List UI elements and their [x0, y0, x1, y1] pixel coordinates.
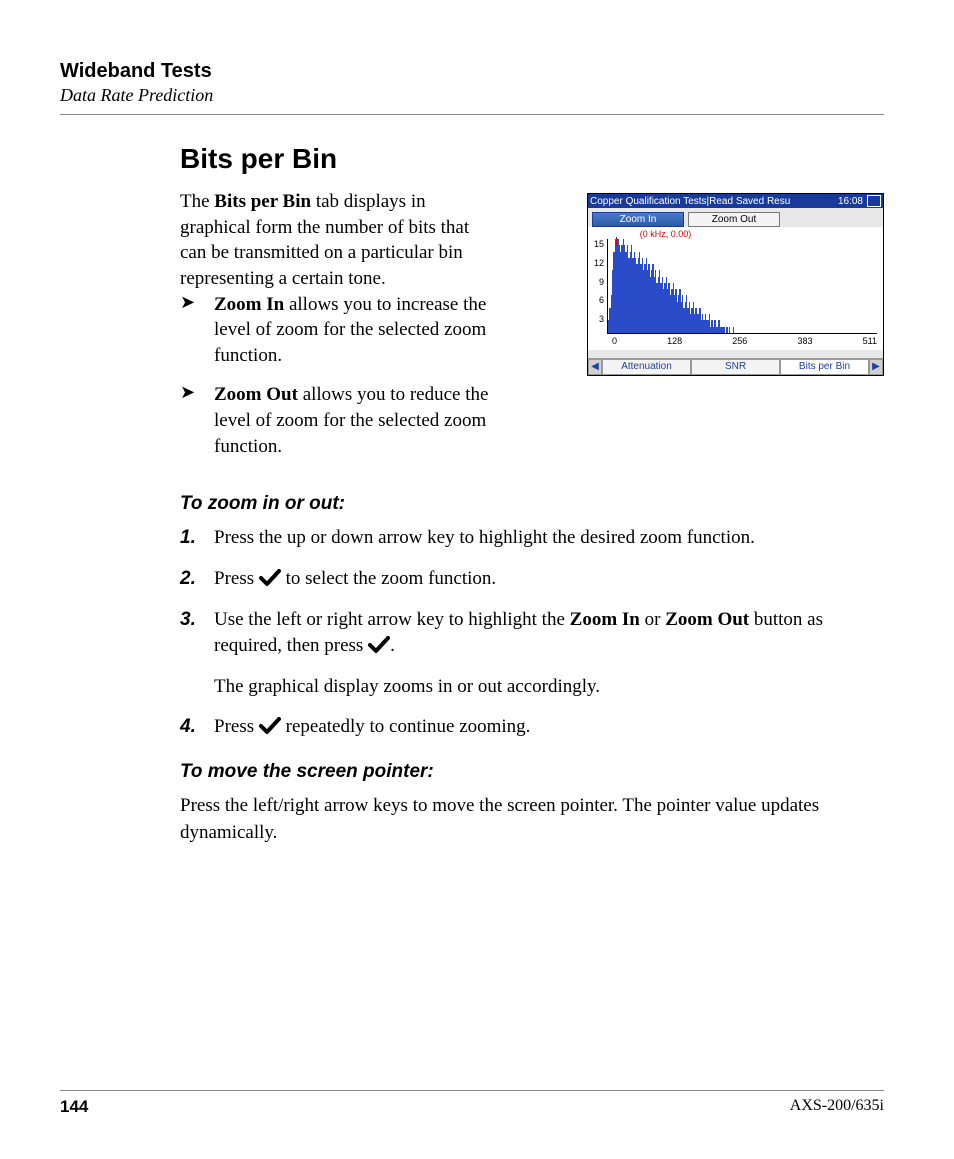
- subhead-pointer: To move the screen pointer:: [180, 761, 884, 783]
- zoom-out-button[interactable]: Zoom Out: [688, 212, 780, 227]
- step-3: 3. Use the left or right arrow key to hi…: [180, 607, 884, 701]
- cursor-readout: (0 kHz, 0.00): [524, 229, 807, 239]
- chapter-subtitle: Data Rate Prediction: [60, 85, 884, 106]
- section-title: Bits per Bin: [180, 143, 884, 175]
- model-number: AXS-200/635i: [790, 1097, 884, 1117]
- tab-attenuation[interactable]: Attenuation: [602, 359, 691, 375]
- step-1: 1. Press the up or down arrow key to hig…: [180, 525, 884, 552]
- page-number: 144: [60, 1097, 88, 1117]
- device-tabs: ◀ Attenuation SNR Bits per Bin ▶: [588, 358, 883, 375]
- tab-snr[interactable]: SNR: [691, 359, 780, 375]
- device-screenshot: Copper Qualification Tests|Read Saved Re…: [587, 193, 884, 376]
- chart-plot: [607, 239, 877, 334]
- bullet-zoom-in: ➤ Zoom In allows you to increase the lev…: [180, 292, 587, 369]
- tab-bits-per-bin[interactable]: Bits per Bin: [780, 359, 869, 375]
- chapter-title: Wideband Tests: [60, 60, 884, 83]
- device-chart-area: (0 kHz, 0.00) 15 12 9 6 3: [588, 227, 883, 350]
- header-rule: [60, 114, 884, 115]
- bullet-arrow-icon: ➤: [180, 382, 214, 459]
- check-icon: [368, 636, 390, 654]
- tab-scroll-left-icon[interactable]: ◀: [588, 359, 602, 375]
- device-toolbar: Zoom In Zoom Out: [588, 208, 883, 227]
- step-4: 4. Press repeatedly to continue zooming.: [180, 714, 884, 741]
- device-title-text: Copper Qualification Tests|Read Saved Re…: [590, 196, 790, 207]
- check-icon: [259, 569, 281, 587]
- bullet-arrow-icon: ➤: [180, 292, 214, 369]
- intro-paragraph: The Bits per Bin tab displays in graphic…: [180, 189, 500, 292]
- zoom-in-button[interactable]: Zoom In: [592, 212, 684, 227]
- battery-icon: [867, 195, 881, 207]
- subhead-zoom: To zoom in or out:: [180, 493, 884, 515]
- check-icon: [259, 717, 281, 735]
- bullet-zoom-out: ➤ Zoom Out allows you to reduce the leve…: [180, 382, 884, 459]
- chart-x-axis: 0 128 256 383 511: [594, 334, 877, 346]
- step-2: 2. Press to select the zoom function.: [180, 566, 884, 593]
- tab-scroll-right-icon[interactable]: ▶: [869, 359, 883, 375]
- device-titlebar: Copper Qualification Tests|Read Saved Re…: [588, 194, 883, 208]
- page-footer: 144 AXS-200/635i: [60, 1090, 884, 1117]
- chart-y-axis: 15 12 9 6 3: [594, 239, 607, 334]
- pointer-paragraph: Press the left/right arrow keys to move …: [180, 793, 884, 846]
- device-time: 16:08: [838, 196, 863, 207]
